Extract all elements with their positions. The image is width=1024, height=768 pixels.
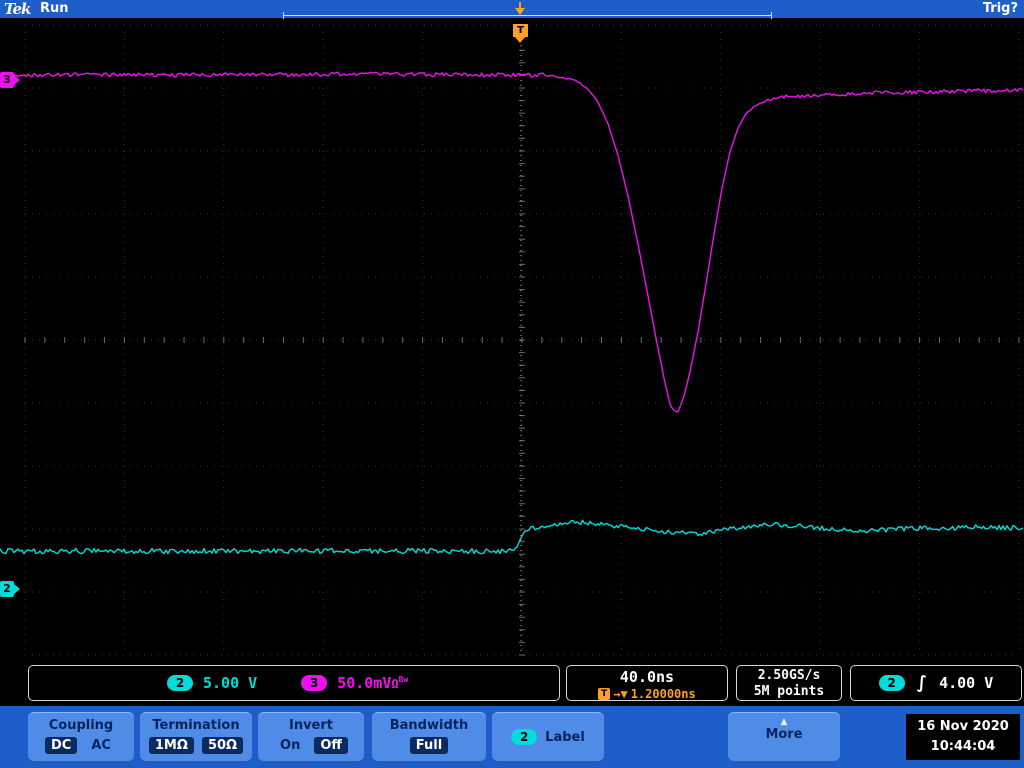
channel3-bandwidth-flag: Bw <box>398 675 409 684</box>
channel2-marker[interactable]: 2 <box>0 581 20 597</box>
trigger-status: Trig? <box>982 1 1018 16</box>
bandwidth-button[interactable]: Bandwidth Full <box>372 712 486 762</box>
trigger-readout: 2 ∫ 4.00 V <box>850 665 1022 701</box>
channel2-badge: 2 <box>167 675 193 691</box>
bandwidth-value[interactable]: Full <box>409 737 449 754</box>
coupling-title: Coupling <box>48 718 114 733</box>
coupling-button[interactable]: Coupling DC AC <box>28 712 134 762</box>
channel3-marker-label: 3 <box>3 73 11 86</box>
channel3-marker[interactable]: 3 <box>0 72 20 88</box>
waveform-display <box>0 18 1024 662</box>
channel-readouts: 2 5.00 V 3 50.0mVΩBw <box>28 665 560 701</box>
readout-bar: 2 5.00 V 3 50.0mVΩBw 40.0ns T →▼ 1.20000… <box>0 662 1024 706</box>
bottom-menu-bar: Coupling DC AC Termination 1MΩ 50Ω Inver… <box>0 706 1024 768</box>
trigger-level: 4.00 V <box>939 674 994 692</box>
channel2-scale: 5.00 V <box>203 674 258 692</box>
trigger-delay-readout: T →▼ 1.20000ns <box>567 687 727 701</box>
trigger-delay-value: 1.20000ns <box>630 687 696 701</box>
channel3-badge: 3 <box>301 675 328 691</box>
date-text: 16 Nov 2020 <box>917 719 1009 734</box>
oscilloscope-screen: { "top_bar": { "logo": "Tek", "status": … <box>0 0 1024 768</box>
label-button-text: Label <box>545 729 585 745</box>
invert-button[interactable]: Invert On Off <box>258 712 364 762</box>
trigger-indicator[interactable]: T <box>513 24 528 43</box>
channel3-scale-value: 50.0mV <box>337 674 392 692</box>
termination-option-1mohm[interactable]: 1MΩ <box>148 737 194 754</box>
label-button[interactable]: 2 Label <box>492 712 604 762</box>
trigger-source-badge: 2 <box>878 675 905 691</box>
timebase-readout: 40.0ns T →▼ 1.20000ns <box>566 665 728 701</box>
timebase-value: 40.0ns <box>619 668 675 686</box>
acquisition-readout: 2.50GS/s 5M points <box>736 665 842 701</box>
tek-logo: Tek <box>4 0 31 18</box>
channel3-scale: 50.0mVΩBw <box>337 674 408 692</box>
termination-option-50ohm[interactable]: 50Ω <box>201 737 244 754</box>
trigger-delay-icon: T <box>598 688 611 700</box>
termination-title: Termination <box>152 718 240 733</box>
label-channel-badge: 2 <box>511 729 538 745</box>
trigger-arrow-tip <box>515 8 525 15</box>
datetime-display: 16 Nov 2020 10:44:04 <box>906 714 1020 760</box>
top-bar: Tek Run Trig? <box>0 0 1024 19</box>
bandwidth-title: Bandwidth <box>389 718 469 733</box>
more-up-icon: ▲ <box>780 717 788 727</box>
channel3-impedance: Ω <box>391 677 399 691</box>
acquisition-status: Run <box>40 1 69 16</box>
invert-option-on[interactable]: On <box>274 737 306 754</box>
termination-button[interactable]: Termination 1MΩ 50Ω <box>140 712 252 762</box>
more-button[interactable]: ▲ More <box>728 712 840 762</box>
coupling-option-ac[interactable]: AC <box>85 737 117 754</box>
time-text: 10:44:04 <box>930 739 996 754</box>
trigger-slope-icon: ∫ <box>916 673 928 693</box>
trigger-delay-arrow: →▼ <box>613 687 628 701</box>
invert-title: Invert <box>288 718 333 733</box>
acquisition-overview-bar <box>283 12 772 19</box>
record-length: 5M points <box>753 684 825 699</box>
sample-rate: 2.50GS/s <box>757 668 821 683</box>
more-button-text: More <box>765 727 803 742</box>
invert-option-off[interactable]: Off <box>314 737 348 754</box>
trigger-indicator-label: T <box>517 25 524 36</box>
channel3-trace <box>0 71 1024 413</box>
channel2-trace <box>0 519 1024 555</box>
graticule <box>0 24 1024 656</box>
coupling-option-dc[interactable]: DC <box>45 737 78 754</box>
channel2-marker-label: 2 <box>3 582 11 595</box>
trigger-position-arrow[interactable] <box>515 2 525 15</box>
